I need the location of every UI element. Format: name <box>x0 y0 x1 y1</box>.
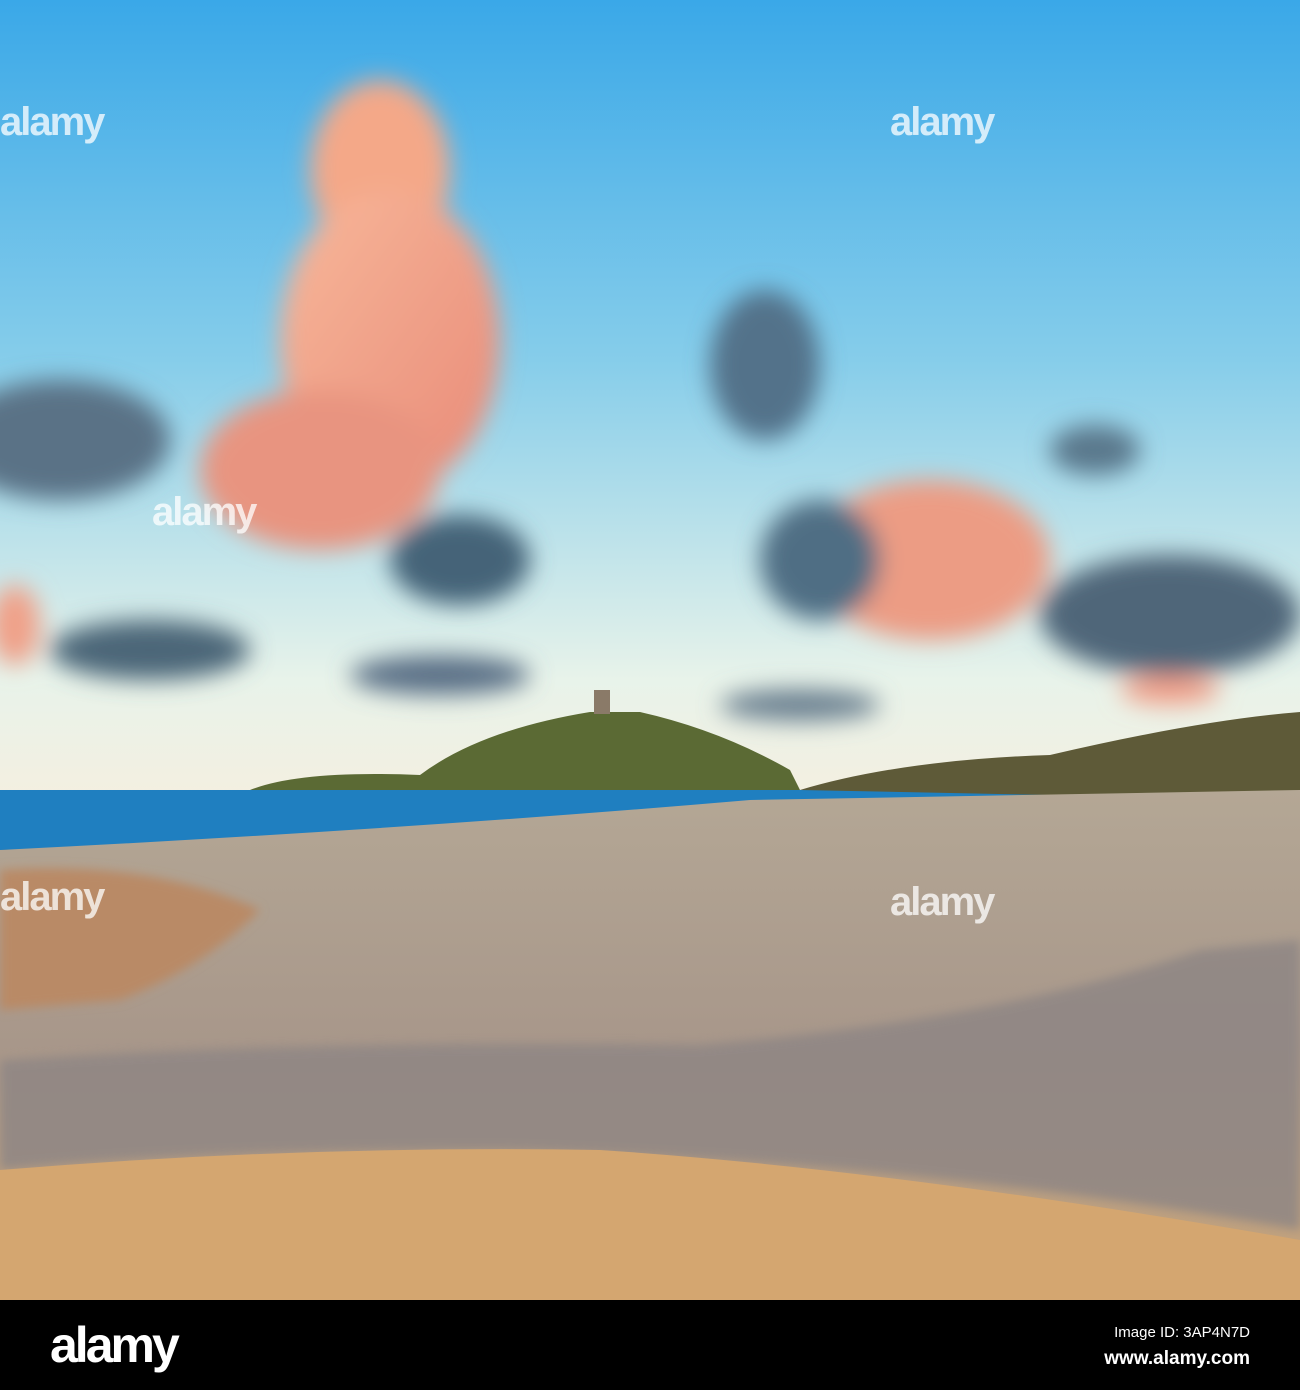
watermark: alamy <box>152 490 257 534</box>
landscape-scene <box>0 0 1300 1300</box>
alamy-logo: alamy <box>50 1317 180 1373</box>
tower <box>594 690 610 714</box>
watermark: alamy <box>890 880 995 924</box>
watermark: alamy <box>0 100 105 144</box>
watermark: alamy <box>890 100 995 144</box>
beach-photo: alamy alamy alamy alamy alamy <box>0 0 1300 1300</box>
sky <box>0 0 1300 800</box>
footer-bar: alamy Image ID: 3AP4N7D www.alamy.com <box>0 1300 1300 1390</box>
website-link[interactable]: www.alamy.com <box>1104 1348 1250 1370</box>
watermark: alamy <box>0 875 105 919</box>
image-id: Image ID: 3AP4N7D <box>1114 1324 1250 1341</box>
